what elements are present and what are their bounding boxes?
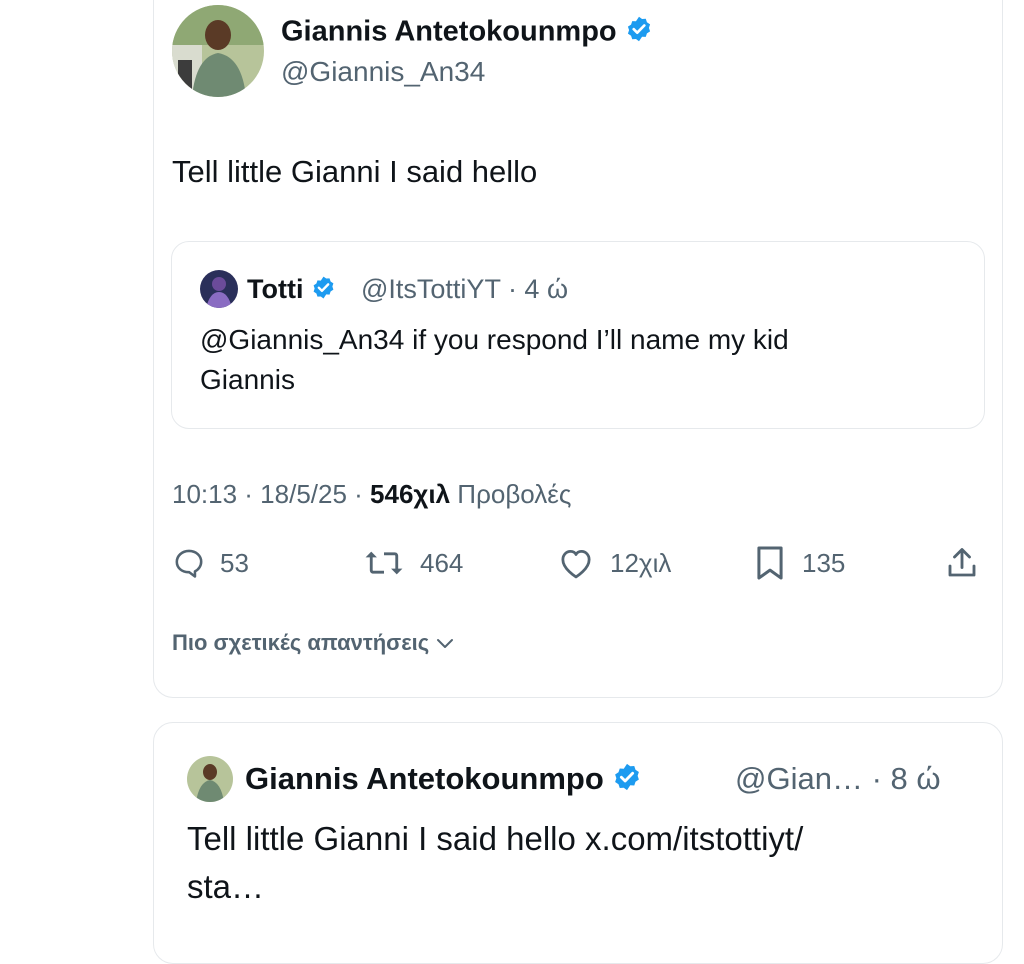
repost-button[interactable]: 464 (362, 543, 463, 583)
avatar[interactable] (172, 5, 264, 97)
tweet-meta: 10:13 · 18/5/25 · 546χιλ Προβολές (172, 479, 571, 510)
like-count: 12χιλ (610, 547, 672, 578)
reply-tweet-text-line1: Tell little Gianni I said hello x.com/it… (187, 820, 804, 857)
like-button[interactable]: 12χιλ (556, 543, 671, 583)
quoted-tweet-text-line2: Giannis (200, 364, 295, 395)
reply-count: 53 (220, 547, 249, 578)
share-button[interactable] (944, 543, 994, 583)
views-label: Προβολές (450, 479, 572, 509)
author-handle[interactable]: @Giannis_An34 (281, 56, 485, 88)
share-icon (948, 548, 976, 577)
bookmark-button[interactable]: 135 (752, 543, 845, 583)
views-count: 546χιλ (370, 479, 451, 509)
chevron-down-icon (437, 639, 454, 648)
tweet-text: Tell little Gianni I said hello (172, 154, 538, 189)
heart-icon (561, 550, 591, 579)
repost-count: 464 (420, 547, 464, 578)
quoted-author-name[interactable]: Totti (247, 274, 336, 307)
reply-author-name[interactable]: Giannis Antetokounmpo (245, 761, 642, 800)
bookmark-count: 135 (802, 547, 846, 578)
tweet-timestamp[interactable]: 10:13 · 18/5/25 · (172, 479, 370, 509)
verified-badge-icon (311, 275, 336, 307)
bookmark-icon (757, 546, 783, 580)
reply-author-handle[interactable]: @Gian… · 8 ώ (735, 761, 941, 797)
quoted-tweet-text-line1: @Giannis_An34 if you respond I’ll name m… (200, 324, 789, 355)
verified-badge-icon (612, 762, 642, 800)
quoted-avatar[interactable] (200, 270, 238, 308)
reply-avatar[interactable] (187, 756, 233, 802)
reply-tweet-text-line2: sta… (187, 868, 265, 905)
verified-badge-icon (625, 15, 653, 51)
author-name[interactable]: Giannis Antetokounmpo (281, 15, 653, 51)
repost-icon (365, 551, 403, 575)
reply-button[interactable]: 53 (172, 543, 249, 583)
reply-icon (175, 549, 203, 578)
quoted-author-handle[interactable]: @ItsTottiYT · 4 ώ (361, 274, 568, 305)
more-replies-toggle[interactable]: Πιο σχετικές απαντήσεις (172, 630, 455, 656)
